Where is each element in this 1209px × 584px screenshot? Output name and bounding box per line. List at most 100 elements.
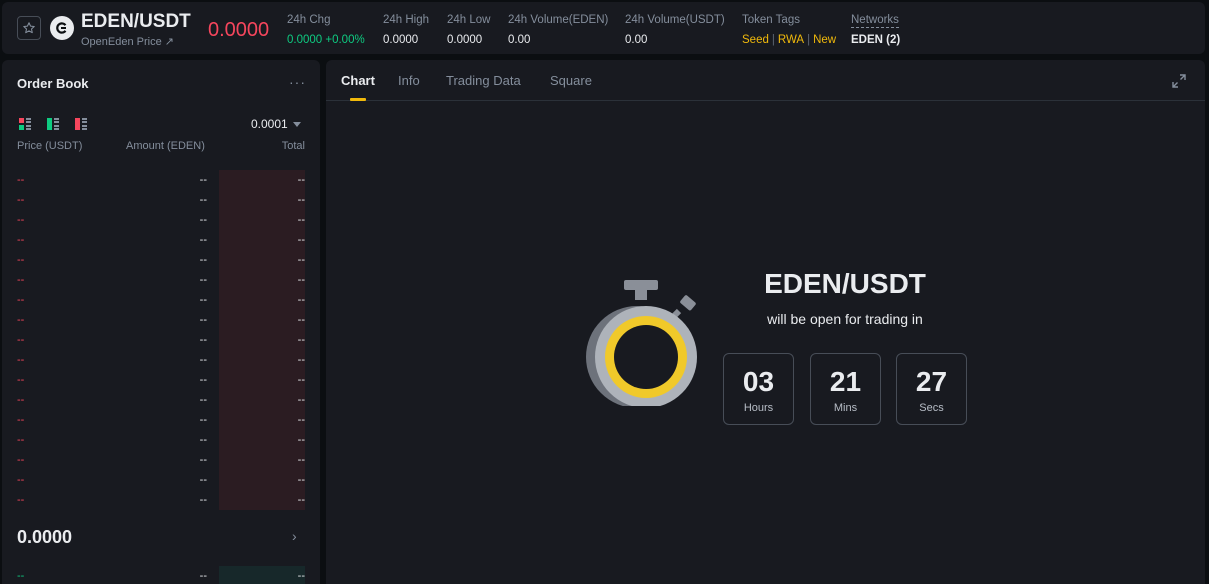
mid-price: 0.0000	[17, 527, 73, 547]
ask-total: --	[297, 374, 305, 386]
tag-rwa[interactable]: RWA	[778, 34, 804, 46]
ask-total: --	[297, 454, 305, 466]
chevron-down-icon	[292, 122, 301, 128]
external-link-icon: ↗	[164, 36, 174, 48]
ask-row[interactable]: -- -- --	[2, 350, 320, 370]
bid-price: --	[17, 570, 25, 582]
stat-24h-volume-quote: 24h Volume(USDT) 0.00	[625, 14, 725, 46]
ask-amount: --	[199, 194, 207, 206]
tab-square[interactable]: Square	[550, 73, 592, 88]
ask-list: -- -- -- -- -- -- -- -- -- -- -- -- -- -- -- -- -- -- -- --…	[2, 170, 320, 510]
ask-row[interactable]: -- -- --	[2, 330, 320, 350]
stat-label: 24h High	[383, 14, 430, 26]
ask-price: --	[17, 334, 25, 346]
expand-icon[interactable]	[1172, 74, 1186, 88]
stat-24h-volume-base: 24h Volume(EDEN) 0.00	[508, 14, 608, 46]
ask-total: --	[297, 214, 305, 226]
ask-total: --	[297, 434, 305, 446]
ask-row[interactable]: -- -- --	[2, 390, 320, 410]
coin-price-link[interactable]: OpenEden Price ↗	[81, 35, 174, 48]
networks[interactable]: Networks EDEN (2)	[851, 14, 900, 46]
view-asks-icon[interactable]	[75, 118, 87, 130]
stat-label: 24h Volume(EDEN)	[508, 14, 609, 26]
countdown-secs: 27 Secs	[896, 353, 967, 425]
ask-total: --	[297, 354, 305, 366]
favorite-button[interactable]	[17, 16, 41, 40]
ask-amount: --	[199, 334, 207, 346]
countdown-subtitle: will be open for trading in	[767, 311, 923, 327]
stat-value: 0.0000 +0.00%	[287, 34, 365, 46]
ask-amount: --	[199, 414, 207, 426]
networks-label: Networks	[851, 14, 899, 28]
ask-amount: --	[199, 274, 207, 286]
order-book-title: Order Book	[17, 76, 89, 91]
stat-value: 0.0000	[447, 34, 483, 46]
countdown-secs-value: 27	[915, 366, 948, 397]
order-book-panel: Order Book ··· 0.0001 Price (USDT) Amoun…	[2, 60, 320, 584]
ask-amount: --	[199, 454, 207, 466]
stat-value: 0.00	[625, 34, 648, 46]
ask-row[interactable]: -- -- --	[2, 170, 320, 190]
ask-row[interactable]: -- -- --	[2, 190, 320, 210]
ask-row[interactable]: -- -- --	[2, 450, 320, 470]
view-bids-icon[interactable]	[47, 118, 59, 130]
countdown-secs-label: Secs	[919, 402, 944, 414]
ask-price: --	[17, 314, 25, 326]
ask-row[interactable]: -- -- --	[2, 490, 320, 510]
stat-value: 0.00	[508, 34, 531, 46]
ask-total: --	[297, 394, 305, 406]
openeden-logo-icon	[50, 16, 74, 40]
chevron-right-icon[interactable]: ›	[292, 528, 297, 544]
tag-divider: |	[771, 34, 775, 46]
ask-amount: --	[199, 494, 207, 506]
ask-row[interactable]: -- -- --	[2, 230, 320, 250]
ask-price: --	[17, 454, 25, 466]
ask-amount: --	[199, 474, 207, 486]
ask-row[interactable]: -- -- --	[2, 470, 320, 490]
stat-value: 0.0000	[383, 34, 419, 46]
ask-total: --	[297, 254, 305, 266]
tag-divider: |	[807, 34, 811, 46]
ask-amount: --	[199, 234, 207, 246]
ask-total: --	[297, 334, 305, 346]
ask-row[interactable]: -- -- --	[2, 290, 320, 310]
countdown-hours-label: Hours	[743, 402, 774, 414]
bid-row[interactable]: -- -- --	[2, 566, 320, 584]
more-options-icon[interactable]: ···	[289, 74, 306, 90]
stat-24h-change: 24h Chg 0.0000 +0.00%	[287, 14, 365, 46]
tag-seed[interactable]: Seed	[742, 34, 769, 46]
ask-row[interactable]: -- -- --	[2, 210, 320, 230]
tab-trading-data[interactable]: Trading Data	[446, 73, 521, 88]
token-tags-label: Token Tags	[742, 14, 800, 26]
stopwatch-icon	[586, 280, 697, 406]
countdown-mins: 21 Mins	[810, 353, 881, 425]
ask-price: --	[17, 214, 25, 226]
price-step-select[interactable]: 0.0001	[251, 117, 301, 131]
ask-total: --	[297, 234, 305, 246]
stat-label: 24h Low	[447, 14, 491, 26]
ask-amount: --	[199, 314, 207, 326]
tab-chart[interactable]: Chart	[341, 73, 375, 88]
bid-total: --	[297, 570, 305, 582]
ask-row[interactable]: -- -- --	[2, 310, 320, 330]
view-both-icon[interactable]	[19, 118, 31, 130]
ask-total: --	[297, 474, 305, 486]
ask-row[interactable]: -- -- --	[2, 410, 320, 430]
countdown-mins-label: Mins	[833, 402, 858, 414]
column-header-total: Total	[281, 140, 305, 152]
ask-price: --	[17, 174, 25, 186]
ask-row[interactable]: -- -- --	[2, 370, 320, 390]
ask-price: --	[17, 374, 25, 386]
ask-amount: --	[199, 294, 207, 306]
ask-row[interactable]: -- -- --	[2, 270, 320, 290]
ask-price: --	[17, 494, 25, 506]
ask-price: --	[17, 474, 25, 486]
ask-row[interactable]: -- -- --	[2, 250, 320, 270]
ask-price: --	[17, 234, 25, 246]
ask-total: --	[297, 314, 305, 326]
ask-total: --	[297, 194, 305, 206]
ask-total: --	[297, 294, 305, 306]
tag-new[interactable]: New	[813, 34, 836, 46]
tab-info[interactable]: Info	[398, 73, 420, 88]
ask-row[interactable]: -- -- --	[2, 430, 320, 450]
